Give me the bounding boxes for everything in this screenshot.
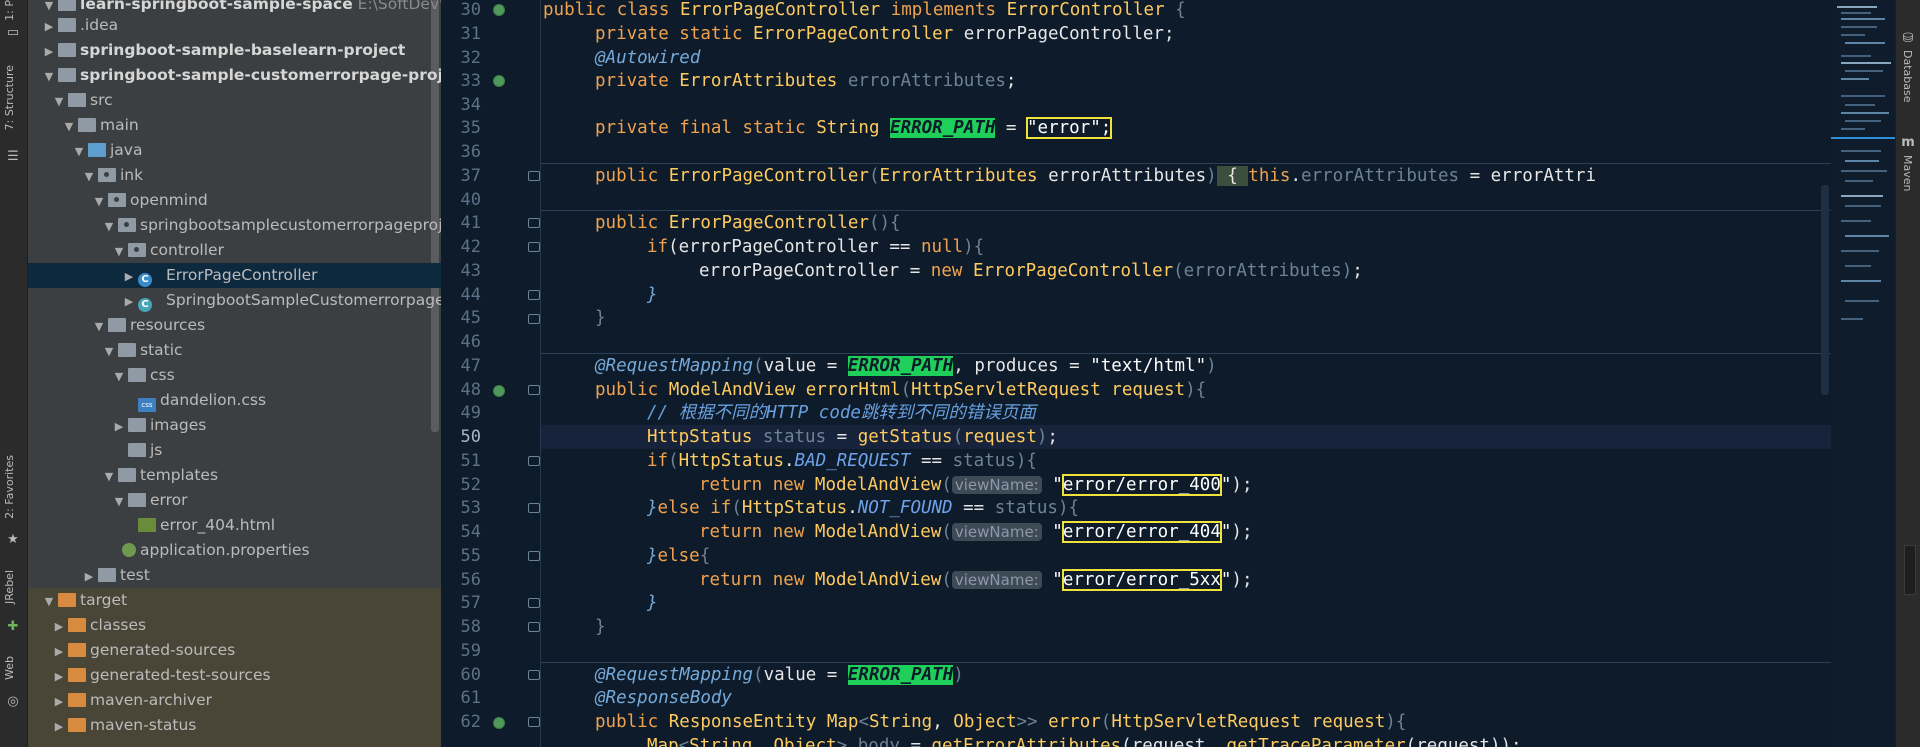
spring-bean-icon[interactable]: [493, 385, 505, 397]
line-number: 34: [460, 95, 481, 115]
code-line-43[interactable]: errorPageController = new ErrorPageContr…: [699, 259, 1831, 283]
fold-icon[interactable]: [528, 551, 540, 561]
line-number: 56: [460, 570, 481, 590]
parameter-hint: viewName:: [951, 571, 1042, 589]
code-line-56[interactable]: return new ModelAndView(viewName: "error…: [699, 568, 1831, 592]
fold-icon[interactable]: [528, 598, 540, 608]
code-line-63[interactable]: Map<String, Object> body = getErrorAttri…: [647, 734, 1831, 747]
line-number: 42: [460, 237, 481, 257]
code-line-33[interactable]: private ErrorAttributes errorAttributes;: [595, 69, 1831, 93]
code-line-50[interactable]: HttpStatus status = getStatus(request);: [541, 425, 1831, 449]
code-line-55[interactable]: }else{: [647, 544, 1831, 568]
line-number: 50: [460, 427, 481, 447]
code-line-49[interactable]: // 根据不同的HTTP code跳转到不同的错误页面: [647, 401, 1831, 425]
code-line-62[interactable]: public ResponseEntity Map<String, Object…: [595, 710, 1831, 734]
spring-bean-icon[interactable]: [493, 75, 505, 87]
parameter-hint: viewName:: [951, 476, 1042, 494]
code-line-58[interactable]: }: [595, 615, 1831, 639]
fold-icon[interactable]: [528, 314, 540, 324]
line-number: 62: [460, 712, 481, 732]
line-number: 45: [460, 308, 481, 328]
code-line-45[interactable]: }: [595, 306, 1831, 330]
fold-icon[interactable]: [528, 503, 540, 513]
line-number: 31: [460, 24, 481, 44]
line-number: 30: [460, 0, 481, 20]
code-line-30[interactable]: public class ErrorPageController impleme…: [543, 0, 1831, 22]
code-line-41[interactable]: public ErrorPageController(){: [595, 211, 1831, 235]
fold-icon[interactable]: [528, 218, 540, 228]
code-line-57[interactable]: }: [647, 591, 1831, 615]
line-number: 43: [460, 261, 481, 281]
code-line-48[interactable]: public ModelAndView errorHtml(HttpServle…: [595, 378, 1831, 402]
line-number: 32: [460, 48, 481, 68]
fold-icon[interactable]: [528, 242, 540, 252]
code-line-44[interactable]: }: [647, 283, 1831, 307]
code-line-35[interactable]: private final static String ERROR_PATH =…: [595, 116, 1831, 140]
parameter-hint: viewName:: [951, 523, 1042, 541]
code-line-60[interactable]: @RequestMapping(value = ERROR_PATH): [595, 663, 1831, 687]
line-number: 59: [460, 641, 481, 661]
code-line-61[interactable]: @ResponseBody: [595, 686, 1831, 710]
line-number: 40: [460, 190, 481, 210]
code-editor[interactable]: public class ErrorPageController impleme…: [541, 0, 1831, 747]
database-icon[interactable]: ⛁: [1901, 32, 1915, 46]
line-number: 49: [460, 403, 481, 423]
code-line-42[interactable]: if(errorPageController == null){: [647, 235, 1831, 259]
right-toolwindow-strip: ⛁ Database m Maven: [1895, 0, 1920, 747]
fold-icon[interactable]: [528, 456, 540, 466]
fold-icon[interactable]: [528, 290, 540, 300]
code-minimap[interactable]: [1831, 0, 1895, 747]
line-number: 57: [460, 593, 481, 613]
line-number: 60: [460, 665, 481, 685]
line-number: 55: [460, 546, 481, 566]
editor-gutter[interactable]: 30 31 32 33 34 35 36 37 40 41 42 43 44 4…: [441, 0, 541, 747]
maven-icon[interactable]: m: [1901, 136, 1915, 150]
line-number: 48: [460, 380, 481, 400]
code-line-47[interactable]: @RequestMapping(value = ERROR_PATH, prod…: [595, 354, 1831, 378]
code-line-53[interactable]: }else if(HttpStatus.NOT_FOUND == status)…: [647, 496, 1831, 520]
code-line-51[interactable]: if(HttpStatus.BAD_REQUEST == status){: [647, 449, 1831, 473]
line-number: 47: [460, 356, 481, 376]
spring-bean-icon[interactable]: [493, 4, 505, 16]
line-number: 46: [460, 332, 481, 352]
tab-maven[interactable]: Maven: [1901, 155, 1914, 191]
code-line-52[interactable]: return new ModelAndView(viewName: "error…: [699, 473, 1831, 497]
line-number: 35: [460, 118, 481, 138]
line-number: 44: [460, 285, 481, 305]
code-line-54[interactable]: return new ModelAndView(viewName: "error…: [699, 520, 1831, 544]
line-number: 37: [460, 166, 481, 186]
tab-database[interactable]: Database: [1901, 50, 1914, 103]
fold-icon[interactable]: [528, 670, 540, 680]
code-line-32[interactable]: @Autowired: [595, 46, 1831, 70]
code-line-31[interactable]: private static ErrorPageController error…: [595, 22, 1831, 46]
line-number: 51: [460, 451, 481, 471]
line-number: 61: [460, 688, 481, 708]
line-number: 54: [460, 522, 481, 542]
editor-scrollbar[interactable]: [1821, 185, 1829, 395]
fold-icon[interactable]: [528, 171, 540, 181]
spring-bean-icon[interactable]: [493, 717, 505, 729]
line-number: 41: [460, 213, 481, 233]
notification-indicator[interactable]: [1904, 545, 1916, 595]
fold-icon[interactable]: [528, 385, 540, 395]
line-number: 33: [460, 71, 481, 91]
line-number: 52: [460, 475, 481, 495]
line-number: 36: [460, 142, 481, 162]
line-number: 53: [460, 498, 481, 518]
line-number: 58: [460, 617, 481, 637]
fold-icon[interactable]: [528, 717, 540, 727]
code-line-37[interactable]: public ErrorPageController(ErrorAttribut…: [595, 164, 1831, 188]
fold-icon[interactable]: [528, 622, 540, 632]
